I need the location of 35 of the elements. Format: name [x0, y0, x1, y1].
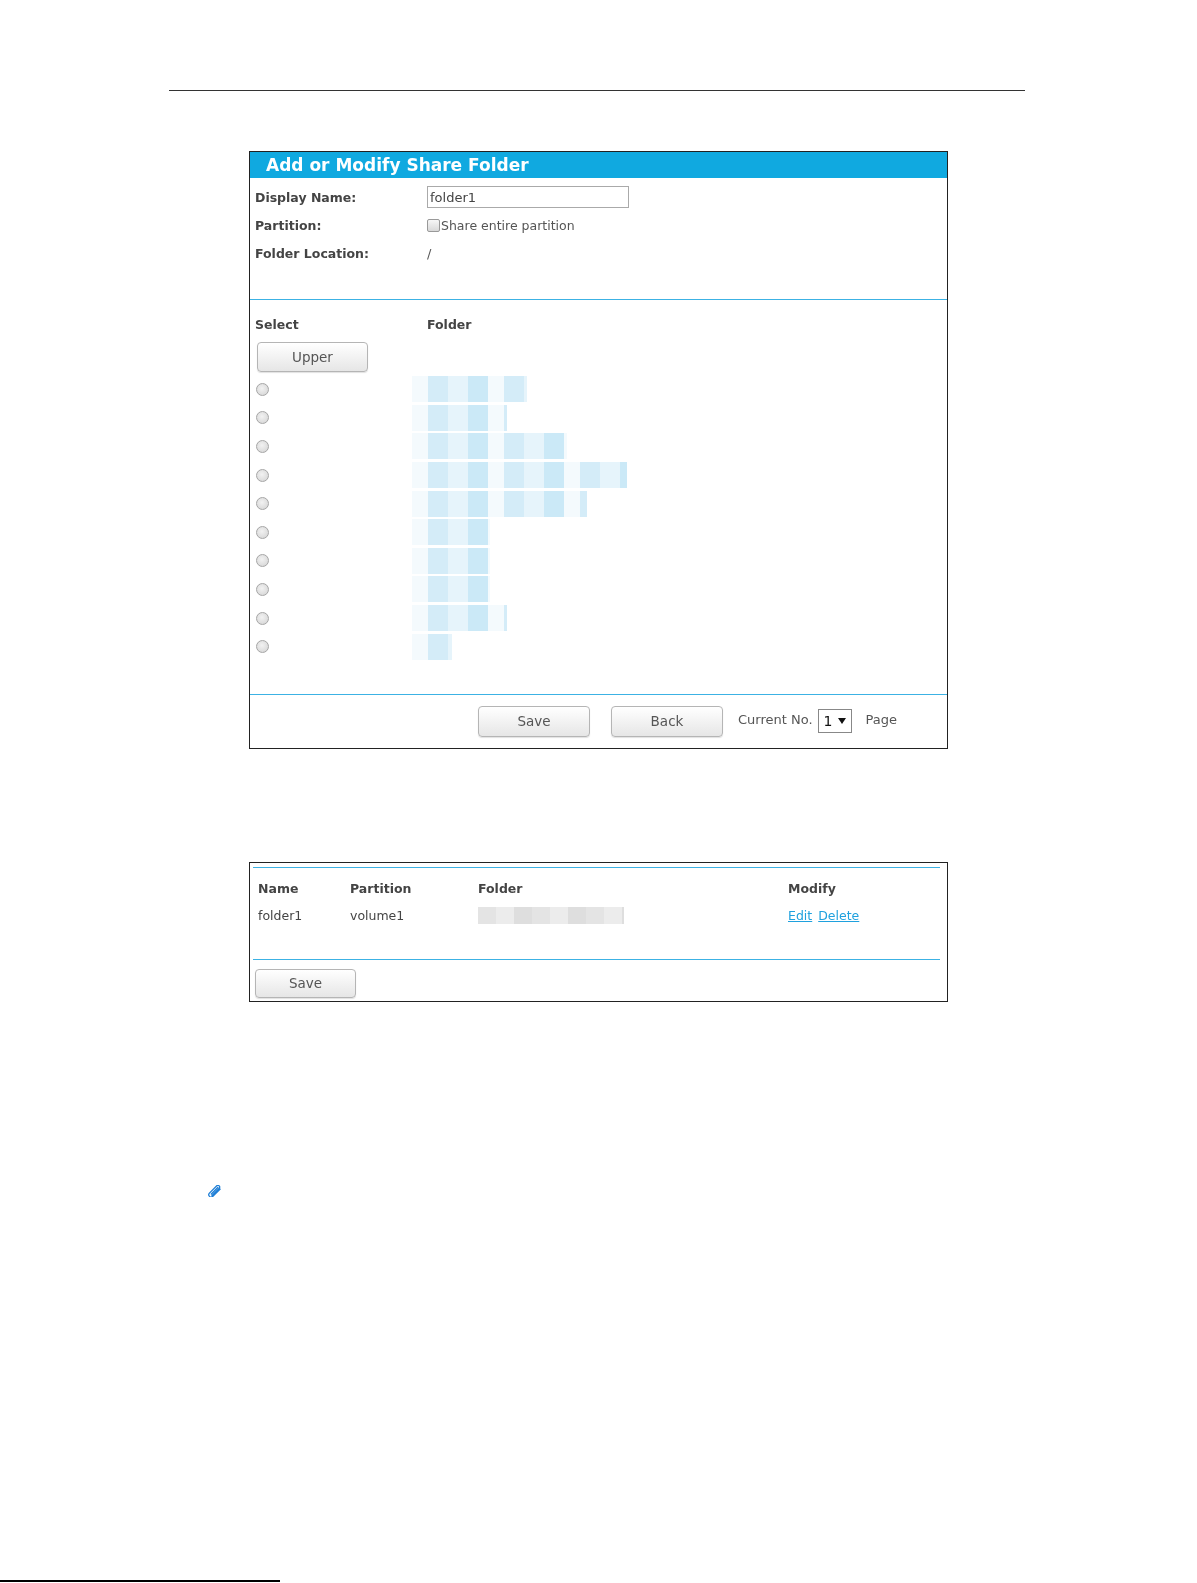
radio-button[interactable] [256, 497, 269, 511]
checkbox-label[interactable]: Share entire partition [441, 217, 575, 233]
table-cell-text: folder1 [258, 908, 304, 924]
table-cell-text: volume1 [350, 908, 406, 924]
radio-button[interactable] [256, 440, 269, 453]
field-value: / [427, 245, 432, 261]
radio-button[interactable] [256, 554, 269, 568]
column-header: Folder [427, 316, 472, 332]
checkbox[interactable] [427, 218, 440, 232]
radio-button[interactable] [256, 582, 269, 596]
column-header: Select [255, 316, 300, 332]
field-label: Folder Location: [255, 245, 370, 261]
upper-button[interactable]: Upper [257, 342, 368, 372]
column-header: Modify [788, 881, 837, 897]
panel-title: Add or Modify Share Folder [266, 155, 529, 175]
text-input[interactable]: folder1 [427, 186, 629, 208]
radio-button[interactable] [256, 468, 269, 482]
page-label: Page [865, 711, 898, 727]
save-button[interactable]: Save [255, 968, 356, 998]
radio-button[interactable] [256, 382, 269, 396]
radio-button[interactable] [256, 525, 269, 539]
field-label: Display Name: [255, 189, 358, 205]
current-page-label: Current No. [738, 711, 813, 727]
radio-button[interactable] [256, 411, 269, 425]
column-header: Name [258, 881, 300, 897]
radio-button[interactable] [256, 640, 269, 654]
page-select[interactable]: 1 [817, 709, 852, 734]
caret-icon [837, 718, 846, 725]
radio-button[interactable] [256, 611, 269, 625]
column-header: Folder [478, 881, 524, 897]
save-button[interactable]: Save [478, 705, 590, 737]
field-label: Partition: [255, 217, 323, 233]
column-header: Partition [350, 881, 413, 897]
paperclip-icon [207, 1184, 223, 1197]
back-button[interactable]: Back [611, 705, 723, 737]
